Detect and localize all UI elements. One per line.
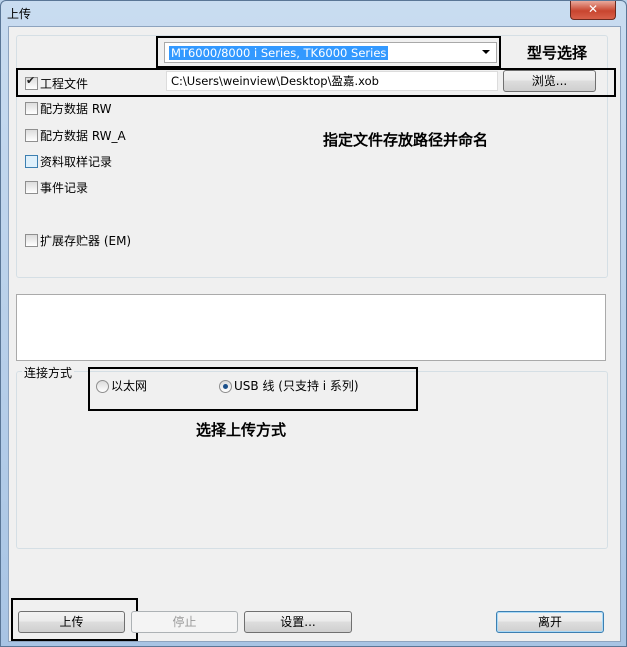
connection-annotation-box — [88, 367, 418, 411]
status-log — [16, 294, 606, 361]
model-annotation-box — [156, 36, 501, 68]
checkbox-box[interactable] — [25, 129, 38, 142]
checkbox-box[interactable] — [25, 102, 38, 115]
close-icon[interactable]: ✕ — [570, 1, 616, 20]
model-note: 型号选择 — [527, 44, 588, 62]
window-title: 上传 — [7, 7, 32, 21]
checkbox-label: 资料取样记录 — [40, 155, 113, 169]
settings-button[interactable]: 设置... — [244, 611, 352, 633]
exit-button[interactable]: 离开 — [496, 611, 604, 633]
checkbox-label: 配方数据 RW_A — [40, 129, 126, 143]
checkbox-box[interactable] — [25, 181, 38, 194]
checkbox-label: 配方数据 RW — [40, 102, 112, 116]
checkbox-box[interactable] — [25, 234, 38, 247]
upload-annotation-box — [11, 598, 138, 641]
checkbox-box[interactable] — [25, 155, 38, 168]
stop-button[interactable]: 停止 — [131, 611, 238, 633]
path-note: 指定文件存放路径并命名 — [323, 131, 489, 149]
checkbox-label: 事件记录 — [40, 181, 89, 195]
connection-group-label: 连接方式 — [22, 364, 75, 381]
path-annotation-box — [16, 68, 616, 97]
checkbox-label: 扩展存贮器 (EM) — [40, 234, 132, 248]
connection-note: 选择上传方式 — [196, 421, 287, 439]
